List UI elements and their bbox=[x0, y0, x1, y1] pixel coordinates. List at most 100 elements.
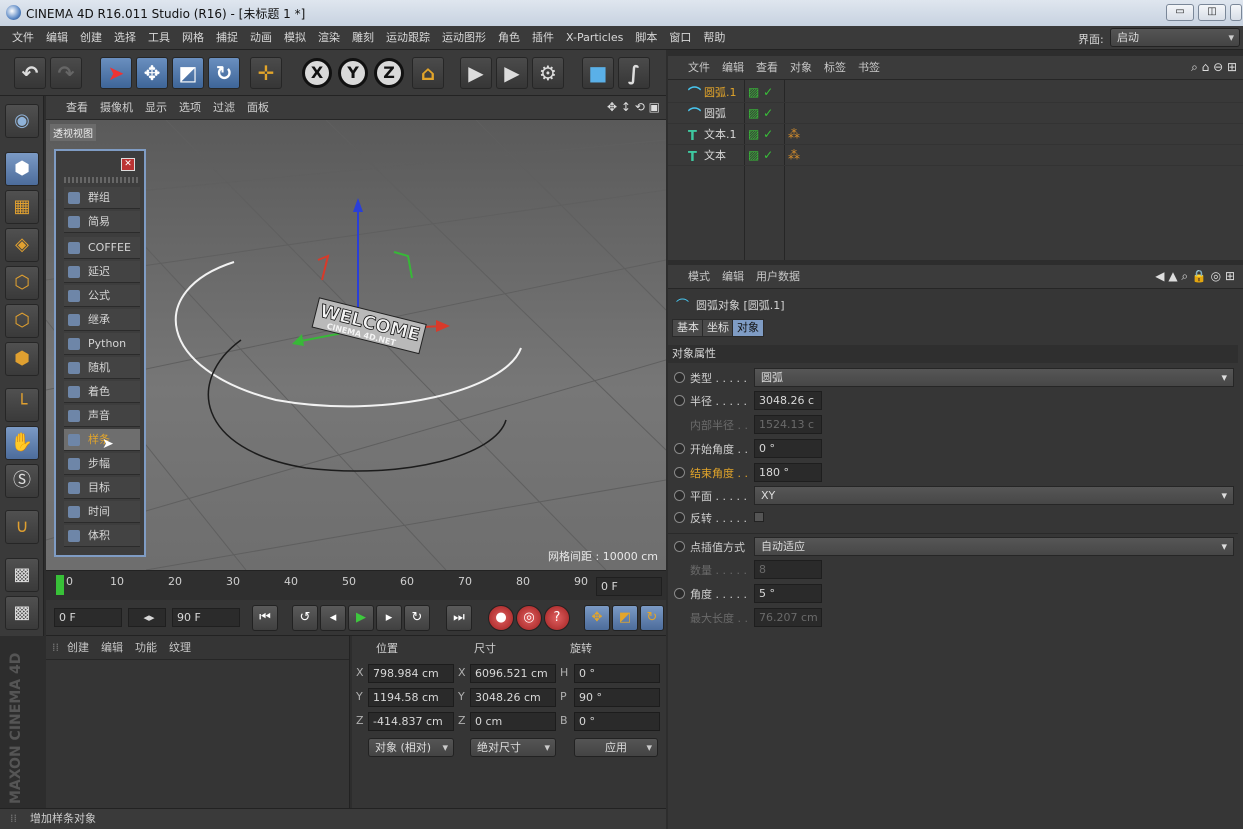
popup-item-group[interactable]: 群组 bbox=[64, 187, 140, 209]
animate-radio[interactable] bbox=[674, 395, 685, 406]
menu-mograph[interactable]: 运动图形 bbox=[436, 26, 492, 50]
z-axis-arrow[interactable] bbox=[292, 334, 304, 346]
animate-radio[interactable] bbox=[674, 372, 685, 383]
popup-item-shader[interactable]: 着色 bbox=[64, 381, 140, 403]
tab-coord[interactable]: 坐标 bbox=[702, 319, 734, 337]
rotation-p-field[interactable]: 90 ° bbox=[574, 688, 660, 707]
menu-plugins[interactable]: 插件 bbox=[526, 26, 560, 50]
layout-dropdown[interactable]: 启动 bbox=[1110, 28, 1240, 47]
menu-character[interactable]: 角色 bbox=[492, 26, 526, 50]
xpresso-tag-icon[interactable]: ⁂ bbox=[788, 145, 800, 166]
keyframe-selection-icon[interactable]: ? bbox=[544, 605, 570, 631]
object-menu-view[interactable]: 查看 bbox=[750, 56, 784, 80]
scale-key-icon[interactable]: ◩ bbox=[612, 605, 638, 631]
popup-close-button[interactable]: ✕ bbox=[121, 158, 135, 171]
make-editable-icon[interactable]: ◉ bbox=[5, 104, 39, 138]
z-axis-icon[interactable]: Z bbox=[374, 58, 404, 88]
timeline-playhead[interactable] bbox=[56, 575, 64, 595]
menu-sculpt[interactable]: 雕刻 bbox=[346, 26, 380, 50]
popup-item-target[interactable]: 目标 bbox=[64, 477, 140, 499]
menu-edit[interactable]: 编辑 bbox=[40, 26, 74, 50]
interpolation-dropdown[interactable]: 自动适应 bbox=[754, 537, 1234, 556]
previous-key-icon[interactable]: ↺ bbox=[292, 605, 318, 631]
menu-window[interactable]: 窗口 bbox=[663, 26, 697, 50]
position-x-field[interactable]: 798.984 cm bbox=[368, 664, 454, 683]
go-to-start-icon[interactable]: ⏮ bbox=[252, 605, 278, 631]
menu-select[interactable]: 选择 bbox=[108, 26, 142, 50]
popup-item-simple[interactable]: 简易 bbox=[64, 211, 140, 233]
workplane-align-icon[interactable]: ▩ bbox=[5, 596, 39, 630]
animate-radio[interactable] bbox=[674, 541, 685, 552]
rotation-handle-y[interactable] bbox=[393, 251, 413, 279]
popup-drag-handle[interactable] bbox=[64, 177, 140, 183]
object-row-arc[interactable]: ⌒ 圆弧 ▨ ✓ bbox=[668, 103, 1243, 124]
popup-item-sound[interactable]: 声音 bbox=[64, 405, 140, 427]
polygons-mode-icon[interactable]: ⬢ bbox=[5, 342, 39, 376]
play-icon[interactable]: ▶ bbox=[348, 605, 374, 631]
select-tool-icon[interactable]: ➤ bbox=[100, 57, 132, 89]
object-menu-file[interactable]: 文件 bbox=[682, 56, 716, 80]
popup-item-delay[interactable]: 延迟 bbox=[64, 261, 140, 283]
animate-radio[interactable] bbox=[674, 467, 685, 478]
workplane-lock-icon[interactable]: ▩ bbox=[5, 558, 39, 592]
coordinate-mode-dropdown[interactable]: 对象 (相对) bbox=[368, 738, 454, 757]
record-keyframe-icon[interactable]: ● bbox=[488, 605, 514, 631]
current-frame-field[interactable]: 0 F bbox=[596, 577, 662, 596]
snap-icon[interactable]: Ⓢ bbox=[5, 464, 39, 498]
next-frame-icon[interactable]: ▸ bbox=[376, 605, 402, 631]
menu-mesh[interactable]: 网格 bbox=[176, 26, 210, 50]
visibility-check-icon[interactable]: ▨ ✓ bbox=[748, 82, 773, 103]
undo-icon[interactable]: ↶ bbox=[14, 57, 46, 89]
menu-script[interactable]: 脚本 bbox=[629, 26, 663, 50]
tab-basic[interactable]: 基本 bbox=[672, 319, 704, 337]
object-search-icon[interactable]: ⌕ ⌂ ⊖ ⊞ bbox=[1191, 60, 1237, 75]
move-tool-icon[interactable]: ✥ bbox=[136, 57, 168, 89]
viewport-menu-view[interactable]: 查看 bbox=[60, 96, 94, 120]
popup-item-formula[interactable]: 公式 bbox=[64, 285, 140, 307]
attr-menu-edit[interactable]: 编辑 bbox=[716, 265, 750, 289]
range-slider[interactable]: ◂▸ bbox=[128, 608, 166, 627]
attr-menu-userdata[interactable]: 用户数据 bbox=[750, 265, 806, 289]
xpresso-tag-icon[interactable]: ⁂ bbox=[788, 124, 800, 145]
animate-radio[interactable] bbox=[674, 588, 685, 599]
auto-keyframe-icon[interactable]: ◎ bbox=[516, 605, 542, 631]
angle-field[interactable]: 5 ° bbox=[754, 584, 822, 603]
size-x-field[interactable]: 6096.521 cm bbox=[470, 664, 556, 683]
tab-object[interactable]: 对象 bbox=[732, 319, 764, 337]
spline-pen-icon[interactable]: ∫ bbox=[618, 57, 650, 89]
position-z-field[interactable]: -414.837 cm bbox=[368, 712, 454, 731]
menu-tools[interactable]: 工具 bbox=[142, 26, 176, 50]
start-angle-field[interactable]: 0 ° bbox=[754, 439, 822, 458]
attr-nav-icons[interactable]: ◀ ▲ ⌕ 🔒 ◎ ⊞ bbox=[1155, 269, 1235, 284]
render-settings-icon[interactable]: ⚙ bbox=[532, 57, 564, 89]
object-row-text[interactable]: T 文本 ▨ ✓ ⁂ bbox=[668, 145, 1243, 166]
size-mode-dropdown[interactable]: 绝对尺寸 bbox=[470, 738, 556, 757]
object-menu-tags[interactable]: 标签 bbox=[818, 56, 852, 80]
end-frame-field[interactable]: 90 F bbox=[172, 608, 240, 627]
reverse-checkbox[interactable] bbox=[754, 512, 764, 522]
next-key-icon[interactable]: ↻ bbox=[404, 605, 430, 631]
render-picture-viewer-icon[interactable]: ▶ bbox=[496, 57, 528, 89]
object-menu-edit[interactable]: 编辑 bbox=[716, 56, 750, 80]
object-menu-bookmarks[interactable]: 书签 bbox=[852, 56, 886, 80]
apply-button[interactable]: 应用 bbox=[574, 738, 658, 757]
menu-animate[interactable]: 动画 bbox=[244, 26, 278, 50]
workplane-mode-icon[interactable]: ◈ bbox=[5, 228, 39, 262]
viewport-nav-icon[interactable]: ✥ ↕ ⟲ ▣ bbox=[607, 100, 660, 114]
end-angle-field[interactable]: 180 ° bbox=[754, 463, 822, 482]
menu-snap[interactable]: 捕捉 bbox=[210, 26, 244, 50]
popup-item-random[interactable]: 随机 bbox=[64, 357, 140, 379]
magnet-icon[interactable]: ∪ bbox=[5, 510, 39, 544]
menu-simulate[interactable]: 模拟 bbox=[278, 26, 312, 50]
visibility-check-icon[interactable]: ▨ ✓ bbox=[748, 145, 773, 166]
object-row-text1[interactable]: T 文本.1 ▨ ✓ ⁂ bbox=[668, 124, 1243, 145]
start-frame-field[interactable]: 0 F bbox=[54, 608, 122, 627]
attr-menu-mode[interactable]: 模式 bbox=[682, 265, 716, 289]
cube-primitive-icon[interactable]: ■ bbox=[582, 57, 614, 89]
viewport-menu-options[interactable]: 选项 bbox=[173, 96, 207, 120]
menu-help[interactable]: 帮助 bbox=[697, 26, 731, 50]
axis-mode-icon[interactable]: └ bbox=[5, 388, 39, 422]
material-menu-create[interactable]: 创建 bbox=[61, 636, 95, 660]
coordinate-system-icon[interactable]: ⌂ bbox=[412, 57, 444, 89]
menu-x-particles[interactable]: X-Particles bbox=[560, 26, 629, 50]
